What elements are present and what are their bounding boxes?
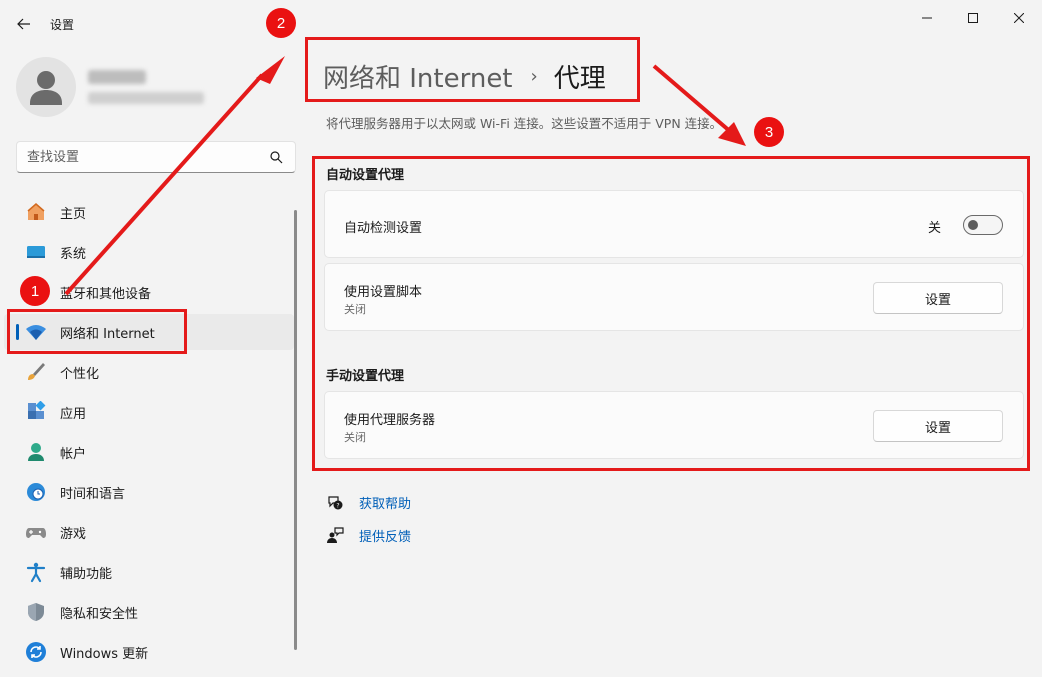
sidebar-item-home[interactable]: 主页: [4, 194, 294, 230]
sidebar-scrollbar[interactable]: [294, 210, 297, 650]
sidebar-item-time-language[interactable]: 时间和语言: [4, 474, 294, 510]
highlight-box-breadcrumb: [305, 37, 640, 102]
give-feedback-link[interactable]: 提供反馈: [326, 525, 411, 545]
shield-icon: [24, 600, 48, 624]
gamepad-icon: [24, 520, 48, 544]
display-icon: [24, 240, 48, 264]
give-feedback-text[interactable]: 提供反馈: [359, 526, 411, 545]
apps-icon: [24, 400, 48, 424]
sidebar: 主页 系统 蓝牙和其他设备 网络和 Internet 个性化: [0, 48, 300, 677]
sidebar-item-windows-update[interactable]: Windows 更新: [4, 634, 294, 670]
search-input[interactable]: [27, 148, 257, 166]
account-icon: [24, 440, 48, 464]
step-badge-1: 1: [20, 276, 50, 306]
user-name: [88, 70, 146, 84]
feedback-icon: [326, 526, 344, 544]
user-icon: [30, 71, 62, 105]
sidebar-item-label: 时间和语言: [60, 486, 126, 502]
highlight-box-network: [7, 309, 187, 354]
sidebar-item-personalization[interactable]: 个性化: [4, 354, 294, 390]
sidebar-item-label: 应用: [60, 406, 87, 422]
sidebar-item-label: 个性化: [60, 366, 100, 382]
help-chat-icon: ?: [326, 493, 344, 511]
search-icon[interactable]: [270, 151, 283, 164]
app-title: 设置: [50, 18, 75, 32]
sidebar-item-apps[interactable]: 应用: [4, 394, 294, 430]
brush-icon: [24, 360, 48, 384]
sidebar-item-privacy[interactable]: 隐私和安全性: [4, 594, 294, 630]
sidebar-item-accounts[interactable]: 帐户: [4, 434, 294, 470]
update-icon: [24, 640, 48, 664]
get-help-link[interactable]: ? 获取帮助: [326, 492, 411, 512]
step-badge-2: 2: [266, 8, 296, 38]
step-badge-3: 3: [754, 117, 784, 147]
sidebar-item-label: 主页: [60, 206, 87, 222]
accessibility-icon: [24, 560, 48, 584]
home-icon: [24, 200, 48, 224]
clock-globe-icon: [24, 480, 48, 504]
sidebar-item-label: 系统: [60, 246, 87, 262]
svg-text:?: ?: [336, 503, 339, 510]
get-help-text[interactable]: 获取帮助: [359, 493, 411, 512]
sidebar-item-system[interactable]: 系统: [4, 234, 294, 270]
sidebar-item-accessibility[interactable]: 辅助功能: [4, 554, 294, 590]
avatar[interactable]: [16, 57, 76, 117]
back-button[interactable]: [12, 12, 36, 36]
sidebar-item-label: 游戏: [60, 526, 87, 542]
sidebar-item-gaming[interactable]: 游戏: [4, 514, 294, 550]
sidebar-item-label: 帐户: [60, 446, 87, 462]
back-arrow-icon: [17, 18, 30, 30]
sidebar-item-label: Windows 更新: [60, 646, 149, 662]
sidebar-item-label: 隐私和安全性: [60, 606, 139, 622]
nav-list: 主页 系统 蓝牙和其他设备 网络和 Internet 个性化 应用 帐户 时间和…: [4, 194, 294, 674]
sidebar-item-label: 蓝牙和其他设备: [60, 286, 152, 302]
sidebar-item-label: 辅助功能: [60, 566, 113, 582]
page-description: 将代理服务器用于以太网或 Wi-Fi 连接。这些设置不适用于 VPN 连接。: [326, 116, 723, 131]
user-email: [88, 92, 204, 104]
highlight-box-proxy-settings: [312, 156, 1030, 471]
search-box[interactable]: [16, 141, 296, 173]
